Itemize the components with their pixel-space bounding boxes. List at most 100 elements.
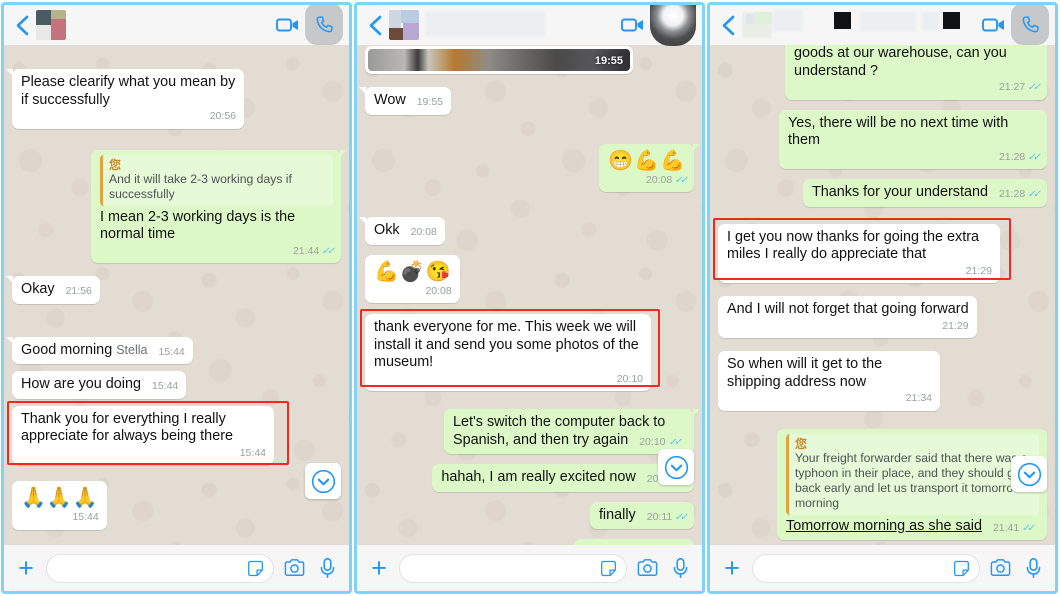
message-row[interactable]: 您 Your freight forwarder said that there…	[718, 428, 1047, 540]
phone-call-icon[interactable]	[650, 5, 696, 46]
back-chevron-icon[interactable]	[365, 12, 385, 38]
sticker-icon[interactable]	[952, 559, 971, 578]
message-row[interactable]: Okay 21:56	[6, 276, 341, 304]
message-bubble[interactable]: Let's switch the computer back to Spanis…	[444, 409, 700, 454]
back-chevron-icon[interactable]	[12, 12, 32, 38]
message-row[interactable]: Okk 20:08	[359, 217, 694, 245]
message-bubble[interactable]: And I will not forget that going forward…	[718, 296, 977, 338]
message-row-highlighted[interactable]: thank everyone for me. This week we will…	[360, 309, 694, 391]
scroll-to-bottom-button[interactable]	[305, 463, 341, 499]
microphone-icon[interactable]	[1020, 555, 1046, 581]
chat-header	[4, 5, 349, 45]
message-bubble[interactable]: hahah, I am really excited now 20:11✓✓	[432, 464, 694, 492]
message-bubble[interactable]: 🙏🙏🙏 15:44	[12, 481, 107, 530]
sender-name: Stella	[116, 342, 148, 357]
message-row[interactable]: Let's switch the computer back to Spanis…	[365, 409, 700, 454]
video-camera-icon[interactable]	[616, 8, 650, 42]
camera-icon[interactable]	[634, 555, 660, 581]
message-row[interactable]: Wow 19:55	[359, 87, 694, 115]
message-list[interactable]: 19:55 Wow 19:55 😁💪💪 20:08 ✓✓ Okk 20:08 💪…	[357, 45, 702, 545]
message-row[interactable]: hahah, I am really excited now 20:11✓✓	[365, 464, 694, 492]
scroll-to-bottom-button[interactable]	[1011, 456, 1047, 492]
quote-author: 您	[795, 436, 808, 451]
message-bubble[interactable]: 😁💪💪 20:08 ✓✓	[599, 143, 700, 192]
message-bubble[interactable]: Yes, there will be no next time with the…	[779, 109, 1047, 169]
sticker-icon[interactable]	[599, 559, 618, 578]
avatar[interactable]	[389, 10, 419, 40]
contact-name[interactable]	[772, 5, 977, 45]
message-row[interactable]: Please clearify what you mean by if succ…	[6, 69, 341, 129]
message-row[interactable]: 您 And it will take 2-3 working days if s…	[12, 149, 347, 263]
message-time: 21:56	[65, 285, 92, 297]
read-ticks-icon: ✓✓	[1027, 189, 1041, 200]
contact-name[interactable]	[66, 5, 271, 45]
microphone-icon[interactable]	[314, 555, 340, 581]
message-row[interactable]: Yes, there will be no next time with the…	[718, 109, 1047, 169]
message-time: 20:08	[425, 284, 452, 297]
message-bubble[interactable]: So when will it get to the shipping addr…	[718, 351, 940, 411]
avatar[interactable]	[742, 10, 772, 40]
message-bubble[interactable]: thank everyone for me. This week we will…	[365, 314, 651, 391]
message-row[interactable]: finally 20:11 ✓✓	[365, 501, 694, 529]
message-row-highlighted[interactable]: I get you now thanks for going the extra…	[713, 217, 1047, 283]
avatar[interactable]	[36, 10, 66, 40]
message-time: 21:41 ✓✓	[993, 520, 1034, 538]
message-row[interactable]: Thanks for your understand 21:28 ✓✓	[718, 179, 1047, 207]
camera-icon[interactable]	[987, 555, 1013, 581]
message-text: So when will it get to the shipping addr…	[727, 356, 883, 390]
attach-plus-icon[interactable]: +	[366, 554, 392, 581]
message-text: Let's switch the computer back to Spanis…	[453, 414, 666, 448]
phone-call-icon[interactable]	[305, 5, 343, 45]
message-input[interactable]	[399, 553, 627, 583]
contact-name[interactable]	[419, 5, 616, 45]
message-bubble[interactable]: Okay 21:56	[6, 276, 100, 304]
message-bubble[interactable]: Okk 20:08	[359, 217, 445, 245]
scroll-to-bottom-button[interactable]	[658, 449, 694, 485]
message-bubble[interactable]: Good morning Stella 15:44	[6, 336, 193, 364]
message-bubble[interactable]: 💪💣😘 20:08	[365, 254, 460, 303]
quoted-reply[interactable]: 您 And it will take 2-3 working days if s…	[100, 154, 333, 206]
message-bubble[interactable]: Thank you for everything I really apprec…	[12, 405, 274, 465]
message-row[interactable]: 😁💪💪 20:08 ✓✓	[365, 143, 700, 192]
sticker-icon[interactable]	[246, 559, 265, 578]
message-bubble[interactable]: How are you doing 15:44	[12, 371, 187, 399]
attach-plus-icon[interactable]: +	[719, 554, 745, 581]
message-text: Wow	[374, 92, 406, 108]
microphone-icon[interactable]	[667, 555, 693, 581]
chat-header	[710, 5, 1055, 45]
message-text: I get you now thanks for going the extra…	[727, 228, 979, 263]
message-list[interactable]: Please clearify what you mean by if succ…	[4, 45, 349, 545]
message-bubble[interactable]: 您 And it will take 2-3 working days if s…	[91, 149, 347, 263]
message-bubble[interactable]: I get you now thanks for going the extra…	[718, 223, 1000, 283]
attach-plus-icon[interactable]: +	[13, 554, 39, 581]
message-bubble[interactable]: Wow 19:55	[359, 87, 451, 115]
chat-screenshot-2: 19:55 Wow 19:55 😁💪💪 20:08 ✓✓ Okk 20:08 💪…	[354, 2, 705, 594]
message-list[interactable]: goods at our warehouse, can you understa…	[710, 45, 1055, 545]
message-row[interactable]: Good morning Stella 15:44	[6, 336, 341, 364]
message-row[interactable]: So when will it get to the shipping addr…	[718, 351, 1047, 411]
message-bubble[interactable]: 您 Your freight forwarder said that there…	[777, 428, 1047, 540]
message-row-highlighted[interactable]: Thank you for everything I really apprec…	[7, 400, 341, 465]
media-message-bubble[interactable]: 19:55	[365, 46, 633, 74]
back-chevron-icon[interactable]	[718, 12, 738, 38]
message-text: goods at our warehouse, can you understa…	[794, 45, 1007, 79]
message-row[interactable]: 💪💣😘 20:08	[365, 254, 694, 303]
video-camera-icon[interactable]	[977, 8, 1011, 42]
message-input[interactable]	[752, 553, 980, 583]
video-camera-icon[interactable]	[271, 8, 305, 42]
message-row[interactable]: How are you doing 15:44	[12, 371, 341, 399]
quoted-reply[interactable]: 您 Your freight forwarder said that there…	[786, 433, 1039, 515]
message-bubble[interactable]: finally 20:11 ✓✓	[589, 501, 694, 529]
message-row[interactable]: 19:55	[365, 46, 694, 74]
message-row[interactable]: 🙏🙏🙏 15:44	[12, 481, 341, 530]
message-bubble[interactable]: Thanks for your understand 21:28 ✓✓	[802, 179, 1047, 207]
message-bubble[interactable]: goods at our warehouse, can you understa…	[785, 45, 1047, 100]
message-input[interactable]	[46, 553, 274, 583]
camera-icon[interactable]	[281, 555, 307, 581]
message-bubble[interactable]: Please clearify what you mean by if succ…	[6, 69, 244, 129]
header-actions	[977, 5, 1049, 45]
message-text: Thanks for your understand	[811, 184, 988, 200]
message-row[interactable]: And I will not forget that going forward…	[718, 296, 1047, 338]
message-row[interactable]: goods at our warehouse, can you understa…	[718, 45, 1047, 100]
phone-call-icon[interactable]	[1011, 5, 1049, 45]
